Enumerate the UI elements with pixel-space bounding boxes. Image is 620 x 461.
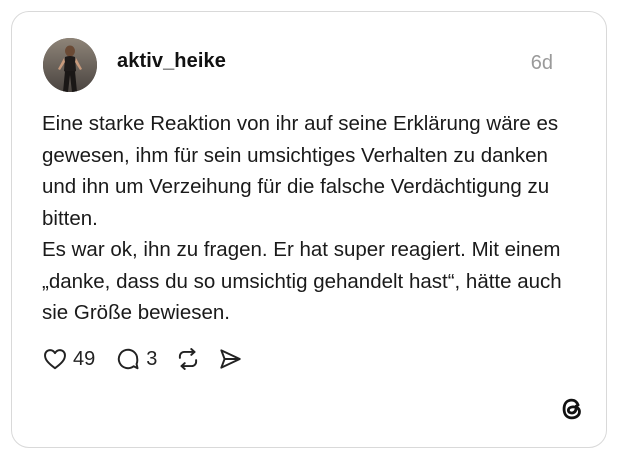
post-text: Eine starke Reaktion von ihr auf seine E… <box>42 108 572 329</box>
share-button[interactable] <box>217 346 243 372</box>
comment-icon <box>115 346 141 372</box>
reply-button[interactable]: 3 <box>115 346 157 372</box>
reply-count: 3 <box>146 347 158 370</box>
repost-icon <box>175 346 201 372</box>
username[interactable]: aktiv_heike <box>117 50 226 73</box>
like-button[interactable]: 49 <box>42 346 95 372</box>
post-paragraph: Eine starke Reaktion von ihr auf seine E… <box>42 112 559 230</box>
repost-button[interactable] <box>175 346 201 372</box>
post-actions: 49 3 <box>42 344 243 374</box>
send-icon <box>217 346 243 372</box>
post-card: aktiv_heike 6d Eine starke Reaktion von … <box>11 11 607 448</box>
post-timestamp: 6d <box>530 52 553 74</box>
avatar[interactable] <box>43 38 97 92</box>
post-paragraph: Es war ok, ihn zu fragen. Er hat super r… <box>42 238 562 324</box>
like-count: 49 <box>73 347 96 370</box>
heart-icon <box>42 346 68 372</box>
threads-logo-icon <box>558 395 586 423</box>
